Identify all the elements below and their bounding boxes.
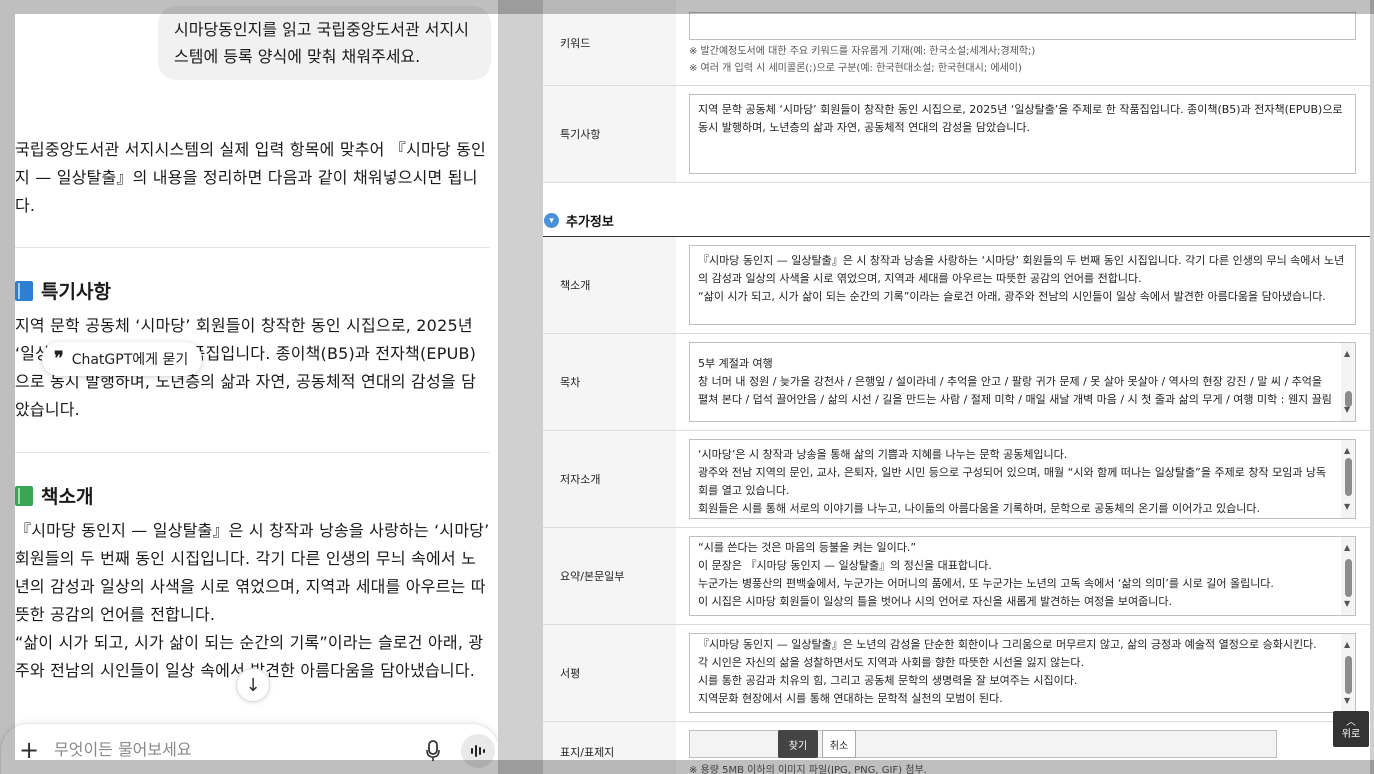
scrollbar[interactable]: ▲ ▼	[1341, 343, 1355, 421]
chevron-down-icon[interactable]: ▾	[544, 213, 559, 228]
microphone-icon[interactable]	[426, 740, 440, 762]
extra-info-section-title: ▾ 추가정보	[543, 205, 1370, 237]
text-line: 이 시집은 시마당 회원들이 일상의 틀을 벗어나 시의 언어로 자신을 새롭게…	[698, 595, 1172, 608]
ask-chatgpt-chip[interactable]: ❞ ChatGPT에게 묻기	[42, 342, 203, 376]
find-button[interactable]: 찾기	[778, 730, 818, 758]
text-line: 지역문화 현장에서 시를 통해 연대하는 문학적 실천의 모범이 된다.	[698, 692, 1003, 705]
text-line: 시를 통한 공감과 치유의 힘, 그리고 공동체 문학의 생명력을 잘 보여주는…	[698, 674, 1078, 687]
book-intro-textarea[interactable]: 『시마당 동인지 — 일상탈출』은 시 창작과 낭송을 사랑하는 ‘시마당’ 회…	[689, 245, 1356, 325]
field-label: 저자소개	[543, 431, 676, 527]
cover-row: 표지/표제지 ※ 용량 5MB 이하의 이미지 파일(JPG, PNG, GIF…	[543, 722, 1370, 774]
cancel-button[interactable]: 취소	[822, 730, 856, 758]
text-line: 회원들은 시를 통해 서로의 이야기를 나누고, 나이듦의 아름다움을 기록하며…	[698, 502, 1260, 515]
section-title: 책소개	[41, 486, 94, 508]
message-input[interactable]	[54, 740, 394, 759]
section-heading-special: 특기사항	[15, 277, 111, 304]
section-title-text: 추가정보	[566, 215, 614, 230]
book-intro-row: 책소개 『시마당 동인지 — 일상탈출』은 시 창작과 낭송을 사랑하는 ‘시마…	[543, 237, 1370, 334]
field-label: 서평	[543, 625, 676, 721]
text-line: 광주와 전남 지역의 문인, 교사, 은퇴자, 일반 시민 등으로 구성되어 있…	[698, 466, 1327, 497]
section-title: 특기사항	[41, 281, 111, 303]
text-line: 『시마당 동인지 — 일상탈출』은 노년의 감성을 단순한 회한이나 그리움으로…	[698, 638, 1317, 651]
text-line: 5부 계절과 여행	[698, 357, 773, 370]
text-line: 창 너머 내 정원 / 늦가을 강천사 / 은행잎 / 설이라네 / 추억을 안…	[698, 375, 1332, 406]
green-book-icon	[15, 485, 33, 506]
special-notes-textarea[interactable]: 지역 문학 공동체 ‘시마당’ 회원들이 창작한 동인 시집으로, 2025년 …	[689, 94, 1356, 174]
scrollbar[interactable]: ▲ ▼	[1341, 634, 1355, 712]
form-body: 키워드 ※ 발간예정도서에 대한 주요 키워드를 자유롭게 기재(예: 한국소설…	[543, 0, 1370, 774]
scroll-down-icon[interactable]: ▼	[1344, 595, 1350, 613]
keyword-hint-1: ※ 발간예정도서에 대한 주요 키워드를 자유롭게 기재(예: 한국소설;세계사…	[689, 46, 1036, 57]
ask-chip-label: ChatGPT에게 묻기	[71, 352, 189, 368]
summary-row: 요약/본문일부 “시를 쓴다는 것은 마음의 등불을 켜는 일이다.” 이 문장…	[543, 528, 1370, 625]
keyword-row: 키워드 ※ 발간예정도서에 대한 주요 키워드를 자유롭게 기재(예: 한국소설…	[543, 0, 1370, 86]
scrollbar[interactable]: ▲ ▼	[1341, 440, 1355, 518]
scroll-thumb[interactable]	[1345, 458, 1352, 496]
scroll-down-button[interactable]: ↓	[236, 668, 270, 702]
review-textarea[interactable]: 『시마당 동인지 — 일상탈출』은 노년의 감성을 단순한 회한이나 그리움으로…	[689, 633, 1356, 713]
keyword-input[interactable]	[689, 12, 1356, 40]
chevron-up-icon: ︿	[1346, 717, 1356, 728]
arrow-down-icon: ↓	[245, 674, 261, 696]
special-notes-row: 특기사항 지역 문학 공동체 ‘시마당’ 회원들이 창작한 동인 시집으로, 2…	[543, 86, 1370, 183]
cover-hint: ※ 용량 5MB 이하의 이미지 파일(JPG, PNG, GIF) 첨부.	[689, 765, 927, 774]
text-line: 『시마당 동인지 — 일상탈출』은 시 창작과 낭송을 사랑하는 ‘시마당’ 회…	[698, 254, 1345, 285]
scroll-up-icon[interactable]: ▲	[1344, 636, 1350, 654]
scroll-up-icon[interactable]: ▲	[1344, 539, 1350, 557]
field-label: 표지/표제지	[543, 722, 676, 774]
blue-book-icon	[15, 280, 33, 301]
scroll-down-icon[interactable]: ▼	[1344, 498, 1350, 516]
top-button-label: 위로	[1341, 729, 1361, 740]
scroll-down-icon[interactable]: ▼	[1344, 401, 1350, 419]
voice-mode-button[interactable]	[461, 734, 495, 768]
user-message-bubble: 시마당동인지를 읽고 국립중앙도서관 서지시스템에 등록 양식에 맞춰 채워주세…	[158, 6, 491, 80]
scroll-thumb[interactable]	[1345, 656, 1352, 694]
waveform-icon	[471, 745, 485, 757]
field-label: 특기사항	[543, 86, 676, 182]
text-line: 이 문장은 『시마당 동인지 — 일상탈출』의 정신을 대표합니다.	[698, 559, 992, 572]
assistant-intro: 국립중앙도서관 서지시스템의 실제 입력 항목에 맞추어 『시마당 동인지 — …	[15, 140, 486, 215]
author-row: 저자소개 ‘시마당’은 시 창작과 낭송을 통해 삶의 기쁨과 지혜를 나누는 …	[543, 431, 1370, 528]
scroll-up-icon[interactable]: ▲	[1344, 345, 1350, 363]
scroll-to-top-button[interactable]: ︿ 위로	[1333, 711, 1369, 747]
text-line: “삶이 시가 되고, 시가 삶이 되는 순간의 기록”이라는 슬로건 아래, 광…	[698, 290, 1326, 303]
field-label: 요약/본문일부	[543, 528, 676, 624]
divider	[15, 452, 490, 453]
field-label: 목차	[543, 334, 676, 430]
scroll-thumb[interactable]	[1345, 559, 1352, 597]
summary-textarea[interactable]: “시를 쓴다는 것은 마음의 등불을 켜는 일이다.” 이 문장은 『시마당 동…	[689, 536, 1356, 616]
toc-textarea[interactable]: 5부 계절과 여행 창 너머 내 정원 / 늦가을 강천사 / 은행잎 / 설이…	[689, 342, 1356, 422]
text-line: ‘시마당’은 시 창작과 낭송을 통해 삶의 기쁨과 지혜를 나누는 문학 공동…	[698, 448, 1068, 461]
scroll-down-icon[interactable]: ▼	[1344, 692, 1350, 710]
composer: +	[0, 723, 500, 774]
section-heading-intro: 책소개	[15, 482, 93, 509]
scrollbar[interactable]: ▲ ▼	[1341, 537, 1355, 615]
toc-row: 목차 5부 계절과 여행 창 너머 내 정원 / 늦가을 강천사 / 은행잎 /…	[543, 334, 1370, 431]
section-text-intro: 『시마당 동인지 — 일상탈출』은 시 창작과 낭송을 사랑하는 ‘시마당’ 회…	[15, 521, 490, 680]
field-label: 키워드	[543, 0, 676, 85]
text-line: “시를 쓴다는 것은 마음의 등불을 켜는 일이다.”	[698, 541, 917, 554]
plus-icon[interactable]: +	[19, 736, 39, 764]
author-textarea[interactable]: ‘시마당’은 시 창작과 낭송을 통해 삶의 기쁨과 지혜를 나누는 문학 공동…	[689, 439, 1356, 519]
field-label: 책소개	[543, 237, 676, 333]
review-row: 서평 『시마당 동인지 — 일상탈출』은 노년의 감성을 단순한 회한이나 그리…	[543, 625, 1370, 722]
quote-icon: ❞	[54, 348, 64, 369]
chat-panel: 시마당동인지를 읽고 국립중앙도서관 서지시스템에 등록 양식에 맞춰 채워주세…	[0, 0, 500, 774]
divider	[15, 247, 490, 248]
keyword-hint-2: ※ 여러 개 입력 시 세미콜론(;)으로 구분(예: 한국현대소설; 한국현대…	[689, 63, 1022, 74]
text-line: 각 시인은 자신의 삶을 성찰하면서도 지역과 사회를 향한 따뜻한 시선을 잃…	[698, 656, 1085, 669]
registration-form-panel: 키워드 ※ 발간예정도서에 대한 주요 키워드를 자유롭게 기재(예: 한국소설…	[501, 0, 1374, 774]
text-line: 누군가는 병풍산의 편백숲에서, 누군가는 어머니의 품에서, 또 누군가는 노…	[698, 577, 1274, 590]
